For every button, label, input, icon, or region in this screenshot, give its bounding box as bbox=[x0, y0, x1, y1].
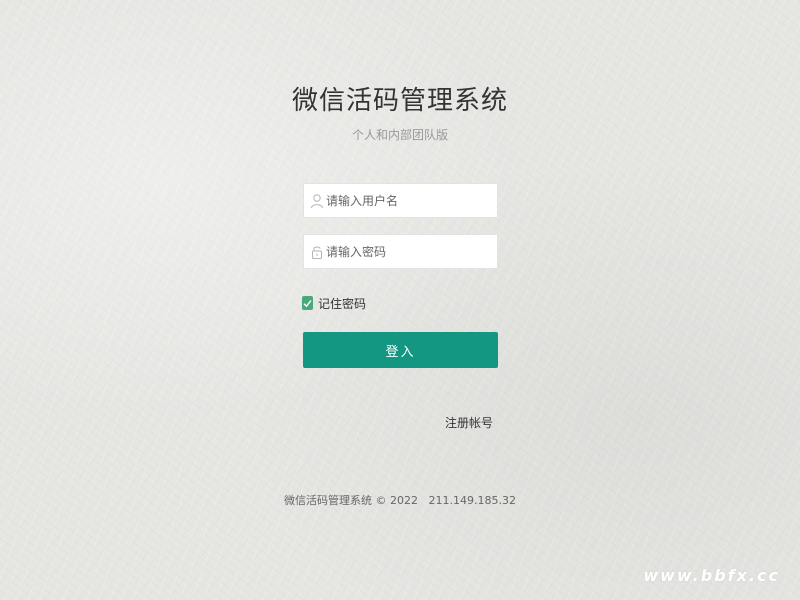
login-button[interactable]: 登入 bbox=[303, 332, 498, 368]
remember-label: 记住密码 bbox=[318, 296, 367, 311]
footer-copyright: 微信活码管理系统 © 2022 211.149.185.32 bbox=[284, 494, 516, 507]
username-input[interactable] bbox=[326, 184, 494, 217]
remember-checkbox[interactable] bbox=[302, 296, 313, 310]
lock-icon bbox=[310, 244, 324, 260]
check-icon bbox=[303, 299, 312, 307]
user-icon bbox=[310, 193, 324, 209]
password-field[interactable] bbox=[303, 234, 498, 269]
remember-password[interactable]: 记住密码 bbox=[302, 295, 366, 311]
username-field[interactable] bbox=[303, 183, 498, 218]
page-subtitle: 个人和内部团队版 bbox=[351, 128, 448, 142]
watermark: www.bbfx.cc bbox=[643, 566, 780, 585]
password-input[interactable] bbox=[326, 235, 494, 268]
page-title: 微信活码管理系统 bbox=[291, 86, 508, 116]
register-link[interactable]: 注册帐号 bbox=[440, 414, 493, 431]
